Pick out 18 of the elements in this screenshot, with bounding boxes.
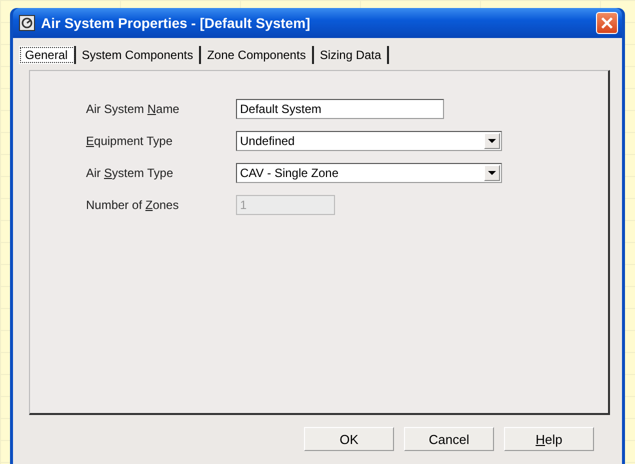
text-field[interactable]: Default System (236, 99, 444, 119)
field-label: Air System Name (86, 102, 180, 116)
field-label: Number of Zones (86, 198, 180, 212)
window-title: Air System Properties - [Default System] (41, 15, 312, 31)
dialog-button[interactable]: Cancel (404, 427, 494, 451)
tab[interactable]: General (19, 46, 76, 64)
dialog-button[interactable]: Help (504, 427, 594, 451)
dropdown-field[interactable]: CAV - Single Zone (236, 163, 502, 183)
tab[interactable]: System Components (76, 46, 202, 64)
tab[interactable]: Zone Components (201, 46, 314, 64)
dropdown-field[interactable]: Undefined (236, 131, 502, 151)
field-label: Equipment Type (86, 134, 174, 148)
app-icon (19, 15, 35, 31)
tab[interactable]: Sizing Data (314, 46, 390, 64)
close-button[interactable] (596, 12, 618, 34)
dialog-button[interactable]: OK (304, 427, 394, 451)
close-icon[interactable] (601, 17, 613, 29)
field-label: Air System Type (86, 166, 174, 180)
